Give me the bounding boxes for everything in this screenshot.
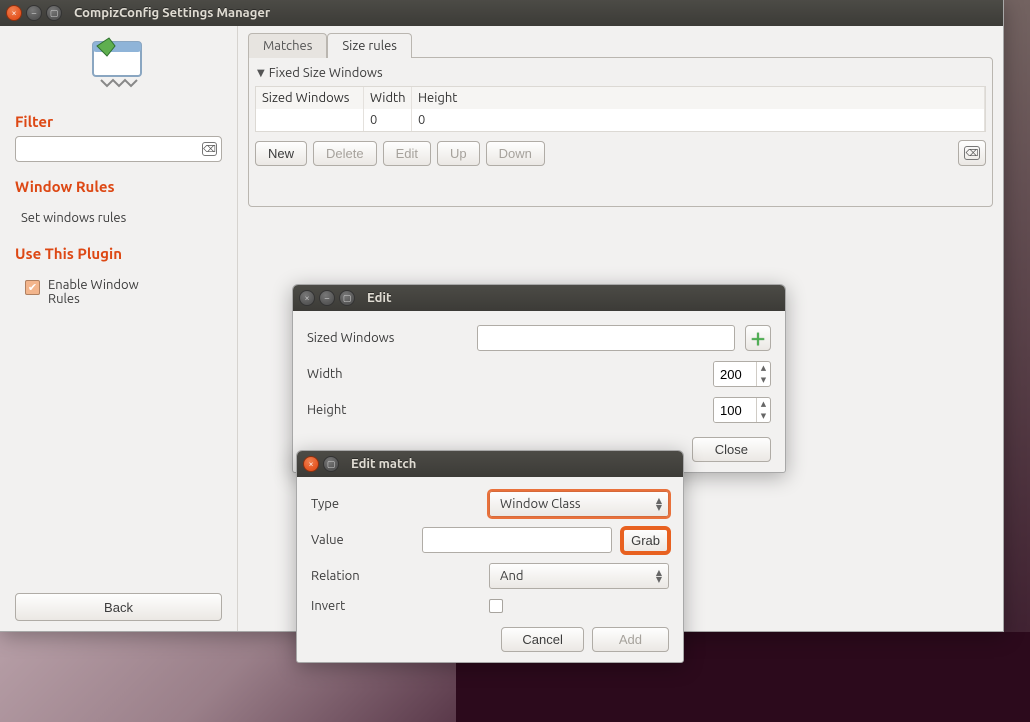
edit-titlebar[interactable]: × – ▢ Edit [293, 285, 785, 311]
height-up-icon[interactable]: ▲ [757, 398, 770, 410]
delete-button[interactable]: Delete [313, 141, 377, 166]
back-button[interactable]: Back [15, 593, 222, 621]
match-title: Edit match [351, 457, 416, 471]
close-icon[interactable]: × [303, 456, 319, 472]
height-down-icon[interactable]: ▼ [757, 410, 770, 422]
cell-sized [256, 109, 364, 131]
width-up-icon[interactable]: ▲ [757, 362, 770, 374]
value-label: Value [311, 533, 412, 547]
col-sized-windows[interactable]: Sized Windows [256, 87, 364, 109]
up-button[interactable]: Up [437, 141, 480, 166]
filter-heading: Filter [15, 113, 222, 130]
use-plugin-heading: Use This Plugin [15, 245, 222, 262]
edit-match-dialog: × ▢ Edit match Type Window Class ▲▼ Valu… [296, 450, 684, 663]
table-toolbar: New Delete Edit Up Down ⌫ [255, 140, 986, 166]
filter-input[interactable] [22, 141, 202, 158]
value-input[interactable] [422, 527, 612, 553]
reset-icon: ⌫ [964, 146, 980, 160]
add-match-button[interactable]: ＋ [745, 325, 771, 351]
plus-icon: ＋ [750, 326, 766, 350]
height-label: Height [307, 403, 467, 417]
edit-title: Edit [367, 291, 392, 305]
edit-body: Sized Windows ＋ Width ▲▼ Height ▲▼ Close [293, 311, 785, 472]
fixed-size-heading: Fixed Size Windows [269, 66, 383, 80]
sized-windows-table: Sized Windows Width Height 0 0 [255, 86, 986, 132]
enable-plugin-label: Enable Window Rules [48, 278, 168, 306]
size-rules-panel: ▼ Fixed Size Windows Sized Windows Width… [248, 57, 993, 207]
maximize-icon[interactable]: ▢ [46, 5, 62, 21]
table-header: Sized Windows Width Height [256, 87, 985, 109]
width-input[interactable] [714, 362, 756, 386]
match-titlebar[interactable]: × ▢ Edit match [297, 451, 683, 477]
maximize-icon[interactable]: ▢ [339, 290, 355, 306]
new-button[interactable]: New [255, 141, 307, 166]
down-button[interactable]: Down [486, 141, 545, 166]
width-spinbox[interactable]: ▲▼ [713, 361, 771, 387]
invert-label: Invert [311, 599, 479, 613]
width-down-icon[interactable]: ▼ [757, 374, 770, 386]
filter-field-wrapper: ⌫ [15, 136, 222, 162]
tab-size-rules[interactable]: Size rules [327, 33, 412, 58]
height-spinbox[interactable]: ▲▼ [713, 397, 771, 423]
enable-plugin-row[interactable]: ✔ Enable Window Rules [15, 278, 222, 306]
plugin-icon [87, 36, 151, 95]
desktop-right-wallpaper [1004, 0, 1030, 717]
height-input[interactable] [714, 398, 756, 422]
type-value: Window Class [500, 497, 581, 511]
minimize-icon[interactable]: – [319, 290, 335, 306]
col-height[interactable]: Height [412, 87, 985, 109]
add-button[interactable]: Add [592, 627, 669, 652]
sidebar: Filter ⌫ Window Rules Set windows rules … [0, 26, 238, 631]
main-title: CompizConfig Settings Manager [74, 6, 270, 20]
fixed-size-expander[interactable]: ▼ Fixed Size Windows [255, 64, 986, 86]
edit-button[interactable]: Edit [383, 141, 431, 166]
sized-windows-label: Sized Windows [307, 331, 467, 345]
relation-combobox[interactable]: And ▲▼ [489, 563, 669, 589]
type-label: Type [311, 497, 479, 511]
sidebar-item-set-rules[interactable]: Set windows rules [15, 207, 222, 229]
width-label: Width [307, 367, 467, 381]
minimize-icon[interactable]: – [26, 5, 42, 21]
cancel-button[interactable]: Cancel [501, 627, 583, 652]
main-titlebar[interactable]: × – ▢ CompizConfig Settings Manager [0, 0, 1003, 26]
combo-carets-icon: ▲▼ [656, 497, 662, 511]
type-combobox[interactable]: Window Class ▲▼ [489, 491, 669, 517]
close-icon[interactable]: × [6, 5, 22, 21]
invert-checkbox[interactable] [489, 599, 503, 613]
tab-matches[interactable]: Matches [248, 33, 327, 58]
table-row[interactable]: 0 0 [256, 109, 985, 131]
relation-value: And [500, 569, 523, 583]
clear-filter-icon[interactable]: ⌫ [202, 142, 217, 156]
close-button[interactable]: Close [692, 437, 771, 462]
cell-height: 0 [412, 109, 985, 131]
match-body: Type Window Class ▲▼ Value Grab Relation… [297, 477, 683, 662]
window-rules-heading: Window Rules [15, 178, 222, 195]
grab-button[interactable]: Grab [622, 528, 669, 553]
enable-plugin-checkbox[interactable]: ✔ [25, 280, 40, 295]
relation-label: Relation [311, 569, 479, 583]
edit-dialog: × – ▢ Edit Sized Windows ＋ Width ▲▼ Heig… [292, 284, 786, 473]
cell-width: 0 [364, 109, 412, 131]
sized-windows-input[interactable] [477, 325, 735, 351]
expander-triangle-icon: ▼ [257, 67, 265, 79]
tabs: Matches Size rules [248, 32, 993, 57]
maximize-icon[interactable]: ▢ [323, 456, 339, 472]
close-icon[interactable]: × [299, 290, 315, 306]
reset-list-button[interactable]: ⌫ [958, 140, 986, 166]
combo-carets-icon: ▲▼ [656, 569, 662, 583]
col-width[interactable]: Width [364, 87, 412, 109]
